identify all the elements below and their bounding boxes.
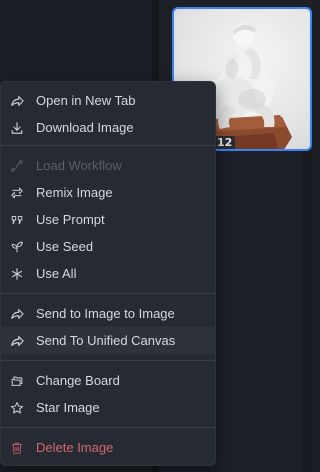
menu-item-use-all[interactable]: Use All — [1, 260, 215, 287]
seedling-icon — [9, 239, 25, 255]
menu-item-use-seed[interactable]: Use Seed — [1, 233, 215, 260]
menu-item-label: Send To Unified Canvas — [36, 333, 176, 348]
menu-item-download-image[interactable]: Download Image — [1, 114, 215, 141]
menu-item-send-to-image-to-image[interactable]: Send to Image to Image — [1, 300, 215, 327]
image-count-badge: 12 — [214, 136, 236, 149]
menu-item-delete-image[interactable]: Delete Image — [1, 434, 215, 461]
flow-icon — [9, 158, 25, 174]
gallery-scrollbar-track[interactable] — [303, 150, 313, 472]
download-icon — [9, 120, 25, 136]
remix-icon — [9, 185, 25, 201]
menu-item-open-in-new-tab[interactable]: Open in New Tab — [1, 87, 215, 114]
folders-icon — [9, 373, 25, 389]
menu-item-label: Use All — [36, 266, 77, 281]
menu-separator — [1, 427, 215, 428]
trash-icon — [9, 440, 25, 456]
share-arrow-icon — [9, 333, 25, 349]
menu-separator — [1, 293, 215, 294]
menu-item-send-to-unified-canvas[interactable]: Send To Unified Canvas — [1, 327, 215, 354]
menu-item-label: Use Prompt — [36, 212, 105, 227]
menu-separator — [1, 360, 215, 361]
menu-item-label: Delete Image — [36, 440, 114, 455]
menu-separator — [1, 145, 215, 146]
menu-item-star-image[interactable]: Star Image — [1, 394, 215, 421]
asterisk-icon — [9, 266, 25, 282]
menu-item-label: Load Workflow — [36, 158, 122, 173]
menu-item-label: Send to Image to Image — [36, 306, 175, 321]
menu-item-load-workflow: Load Workflow — [1, 152, 215, 179]
menu-item-remix-image[interactable]: Remix Image — [1, 179, 215, 206]
menu-item-change-board[interactable]: Change Board — [1, 367, 215, 394]
quote-icon — [9, 212, 25, 228]
gallery-app: 12 Open in New Tab Download Image Load W… — [0, 0, 313, 472]
image-context-menu: Open in New Tab Download Image Load Work… — [0, 81, 216, 466]
menu-item-label: Open in New Tab — [36, 93, 136, 108]
share-arrow-icon — [9, 93, 25, 109]
menu-item-use-prompt[interactable]: Use Prompt — [1, 206, 215, 233]
menu-item-label: Use Seed — [36, 239, 94, 254]
menu-item-label: Remix Image — [36, 185, 113, 200]
menu-item-label: Download Image — [36, 120, 134, 135]
star-icon — [9, 400, 25, 416]
menu-item-label: Change Board — [36, 373, 120, 388]
menu-item-label: Star Image — [36, 400, 100, 415]
share-arrow-icon — [9, 306, 25, 322]
